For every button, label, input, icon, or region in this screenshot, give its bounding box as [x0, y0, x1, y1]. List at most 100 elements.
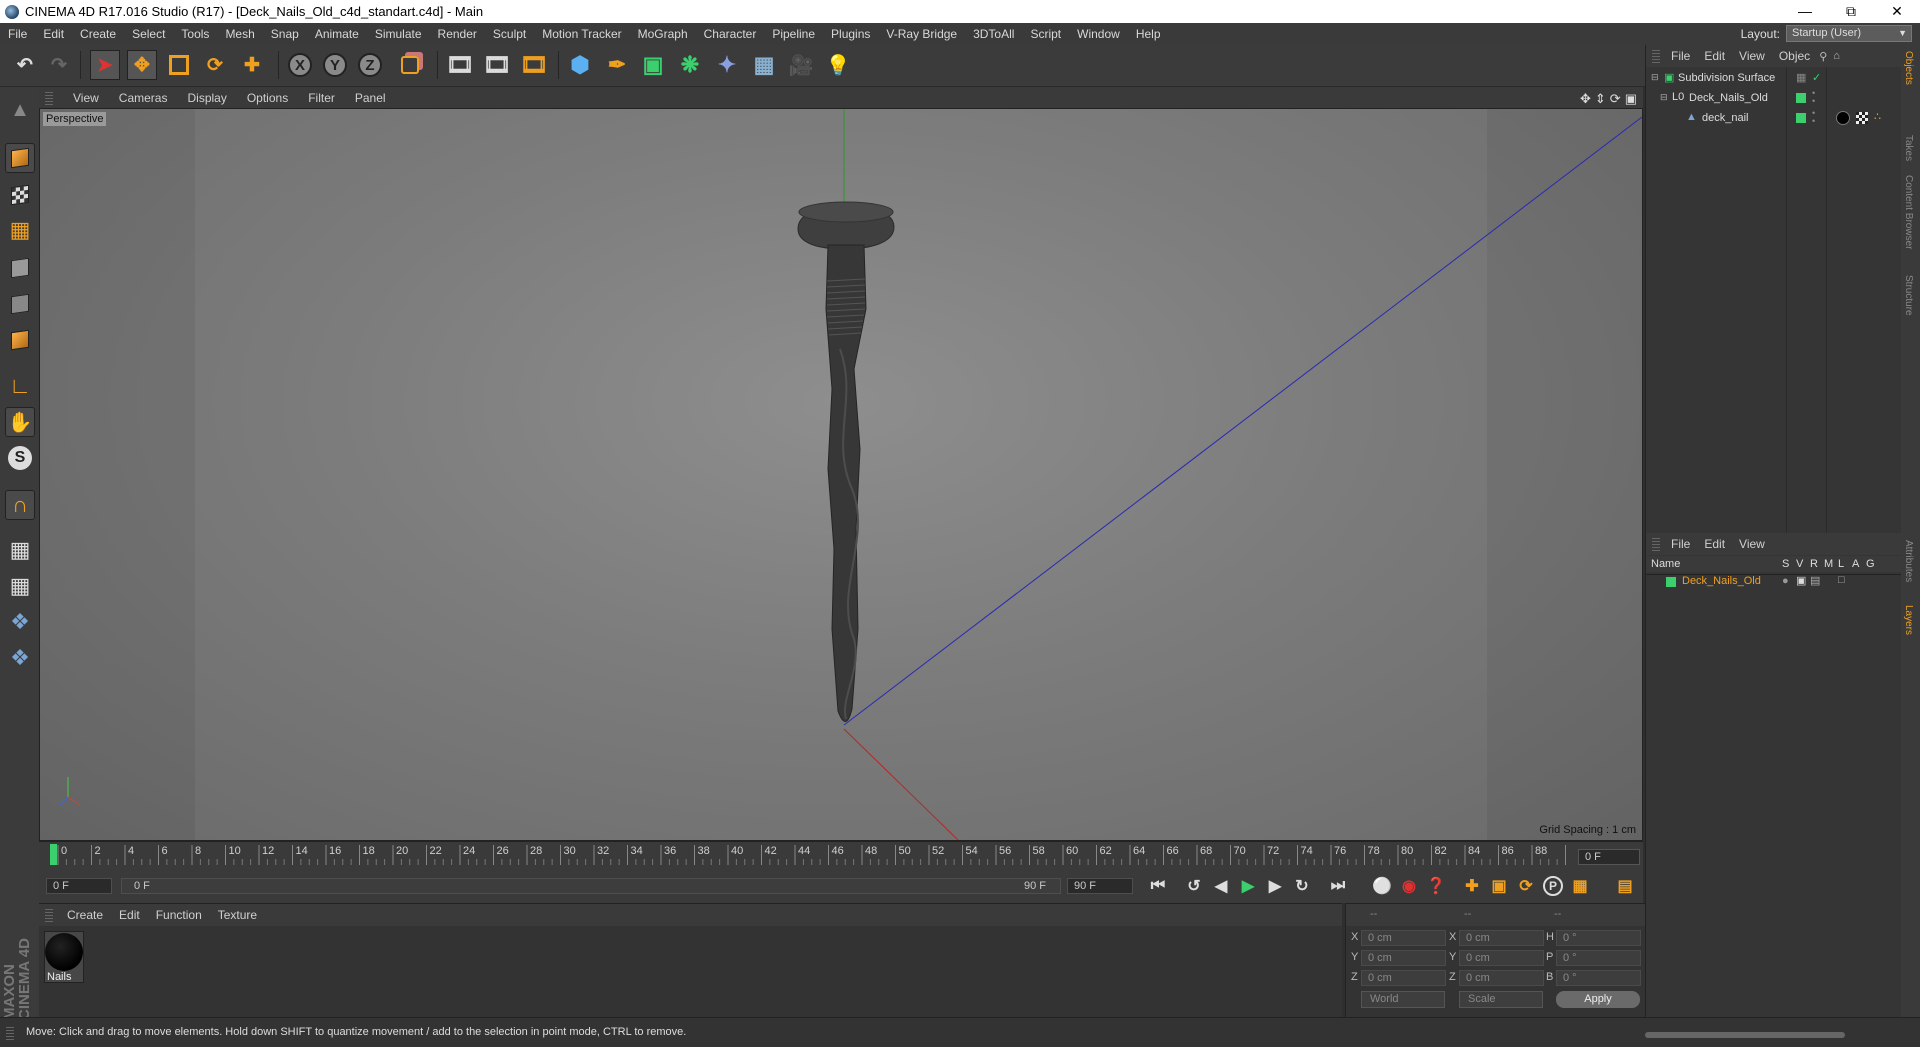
size-mode-dropdown[interactable]: Scale	[1459, 991, 1543, 1008]
menu-snap[interactable]: Snap	[263, 27, 307, 41]
solo-toggle-icon[interactable]: ●	[1782, 575, 1789, 587]
collapse-icon[interactable]: ⊟	[1660, 92, 1668, 103]
subdivision-surface-icon[interactable]: ▣	[638, 50, 668, 80]
key-rotation-icon[interactable]: ⟳	[1514, 874, 1538, 898]
python-script-2-icon[interactable]: ❖	[5, 643, 35, 673]
key-position-icon[interactable]: ✚	[1460, 874, 1484, 898]
object-menu-file[interactable]: File	[1664, 49, 1697, 63]
current-frame-field[interactable]: 0 F	[1578, 849, 1640, 865]
viewport-menu-filter[interactable]: Filter	[298, 91, 345, 105]
key-scale-icon[interactable]: ▣	[1487, 874, 1511, 898]
redo-icon[interactable]: ↷	[44, 50, 74, 80]
rotation-b-field[interactable]: 0 °	[1556, 970, 1641, 986]
object-row-subdivision-surface[interactable]: ⊟ ▣ Subdivision Surface ▦ ✓	[1646, 69, 1901, 89]
polygons-mode-icon[interactable]	[5, 325, 35, 355]
next-key-icon[interactable]: ↻	[1290, 874, 1314, 898]
restore-button[interactable]: ⧉	[1828, 0, 1874, 23]
menu-simulate[interactable]: Simulate	[367, 27, 430, 41]
layer-menu-file[interactable]: File	[1664, 537, 1697, 551]
apply-button[interactable]: Apply	[1556, 991, 1640, 1008]
go-to-start-icon[interactable]: ⏮	[1146, 874, 1170, 898]
viewport-menu-cameras[interactable]: Cameras	[109, 91, 178, 105]
viewport-menu-view[interactable]: View	[63, 91, 109, 105]
key-pla-icon[interactable]: ▦	[1568, 874, 1592, 898]
position-y-field[interactable]: 0 cm	[1361, 950, 1446, 966]
timeline-ruler[interactable]: 0 2 4 6 8 10 12 14 16 18 20 22 24 26 28 30 32 34 36 38 40 42 4…	[48, 843, 1568, 867]
key-parameter-icon[interactable]: P	[1541, 874, 1565, 898]
menu-3dtoall[interactable]: 3DToAll	[965, 27, 1022, 41]
enabled-check-icon[interactable]: ✓	[1812, 71, 1821, 84]
layer-color-swatch[interactable]	[1796, 113, 1806, 123]
position-z-field[interactable]: 0 cm	[1361, 970, 1446, 986]
menu-mesh[interactable]: Mesh	[217, 27, 262, 41]
next-frame-icon[interactable]: ▶	[1263, 874, 1287, 898]
floor-scene-icon[interactable]: ▦	[749, 50, 779, 80]
texture-tag-icon[interactable]	[1856, 112, 1868, 124]
tweak-mode-icon[interactable]: ✋	[5, 407, 35, 437]
timeline-window-icon[interactable]: ▤	[1613, 874, 1637, 898]
size-z-field[interactable]: 0 cm	[1459, 970, 1544, 986]
render-toggle-icon[interactable]: ▤	[1810, 574, 1820, 587]
panel-grip[interactable]	[45, 908, 53, 922]
object-menu-edit[interactable]: Edit	[1697, 49, 1732, 63]
search-icon[interactable]: ⚲	[1819, 50, 1827, 63]
edges-mode-icon[interactable]	[5, 289, 35, 319]
autokeying-icon[interactable]: ◉	[1397, 874, 1421, 898]
layer-color-swatch[interactable]	[1796, 93, 1806, 103]
close-button[interactable]: ✕	[1874, 0, 1920, 23]
object-row-deck-nail[interactable]: ▲ deck_nail • • ∴	[1646, 109, 1901, 129]
z-axis-lock-icon[interactable]: Z	[355, 50, 385, 80]
material-tag-icon[interactable]	[1836, 111, 1850, 125]
menu-pipeline[interactable]: Pipeline	[764, 27, 823, 41]
playhead-marker[interactable]	[50, 844, 57, 865]
start-frame-field[interactable]: 0 F	[46, 878, 112, 894]
cube-primitive-icon[interactable]: ⬢	[565, 50, 595, 80]
lock-toggle-icon[interactable]: □	[1838, 574, 1845, 586]
position-x-field[interactable]: 0 cm	[1361, 930, 1446, 946]
menu-animate[interactable]: Animate	[307, 27, 367, 41]
layout-dropdown[interactable]: Startup (User) ▼	[1786, 25, 1912, 42]
layer-toggle-icon[interactable]: ▦	[1796, 71, 1806, 84]
menu-help[interactable]: Help	[1128, 27, 1169, 41]
undo-icon[interactable]: ↶	[10, 50, 40, 80]
rotate-tool-icon[interactable]: ⟳	[200, 50, 230, 80]
tab-takes[interactable]: Takes	[1903, 135, 1914, 161]
tab-objects[interactable]: Objects	[1903, 51, 1914, 85]
menu-plugins[interactable]: Plugins	[823, 27, 878, 41]
pan-view-icon[interactable]: ✥	[1580, 91, 1591, 107]
layer-menu-view[interactable]: View	[1732, 537, 1772, 551]
workplane-lock-icon[interactable]: ▦	[5, 535, 35, 565]
make-editable-icon[interactable]: ▲	[5, 95, 35, 125]
render-picture-viewer-icon[interactable]: 🎞	[482, 50, 512, 80]
size-x-field[interactable]: 0 cm	[1459, 930, 1544, 946]
deformer-icon[interactable]: ✦	[712, 50, 742, 80]
coordinate-system-icon[interactable]	[395, 50, 425, 80]
keyframe-selection-icon[interactable]: ❓	[1424, 874, 1448, 898]
material-menu-function[interactable]: Function	[148, 908, 210, 922]
mograph-cloner-icon[interactable]: ❋	[675, 50, 705, 80]
play-forward-icon[interactable]: ▶	[1236, 874, 1260, 898]
points-mode-icon[interactable]	[5, 253, 35, 283]
phong-tag-icon[interactable]: ∴	[1874, 110, 1881, 123]
3d-viewport[interactable]: Perspective Grid Spacing : 1 cm	[39, 108, 1643, 841]
menu-sculpt[interactable]: Sculpt	[485, 27, 534, 41]
minimize-button[interactable]: —	[1782, 0, 1828, 23]
preview-range-slider[interactable]: 0 F 90 F	[121, 878, 1061, 894]
menu-file[interactable]: File	[0, 27, 35, 41]
menu-render[interactable]: Render	[430, 27, 485, 41]
menu-select[interactable]: Select	[124, 27, 173, 41]
rotation-p-field[interactable]: 0 °	[1556, 950, 1641, 966]
menu-vray-bridge[interactable]: V-Ray Bridge	[878, 27, 965, 41]
solo-mode-icon[interactable]: S	[5, 443, 35, 473]
snap-magnet-icon[interactable]: ∩	[5, 490, 35, 520]
material-menu-create[interactable]: Create	[59, 908, 111, 922]
visibility-toggle-icon[interactable]: ▣	[1796, 574, 1806, 587]
workplane-mode-icon[interactable]: ▦	[5, 215, 35, 245]
object-menu-objects[interactable]: Objec	[1772, 49, 1817, 63]
viewport-menu-display[interactable]: Display	[177, 91, 236, 105]
panel-grip[interactable]	[45, 90, 53, 105]
menu-edit[interactable]: Edit	[35, 27, 72, 41]
camera-icon[interactable]: 🎥	[786, 50, 816, 80]
model-mode-icon[interactable]	[5, 143, 35, 173]
light-icon[interactable]: 💡	[823, 50, 853, 80]
